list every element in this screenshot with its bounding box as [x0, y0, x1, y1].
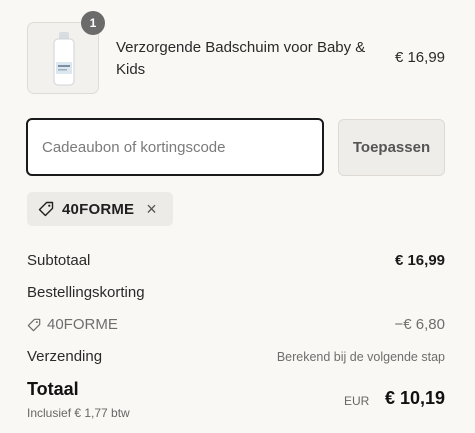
currency-code: EUR	[344, 394, 370, 408]
subtotal-label: Subtotaal	[27, 252, 91, 269]
tag-icon	[38, 201, 54, 217]
quantity-badge: 1	[81, 11, 105, 35]
total-label: Totaal	[27, 379, 79, 399]
product-price: € 16,99	[394, 49, 445, 66]
cart-line-item: 1 Verzorgende Badschuim voor Baby & Kids…	[27, 11, 447, 96]
discount-amount: −€ 6,80	[394, 316, 445, 333]
tag-icon	[27, 318, 41, 331]
applied-discount-tag: 40FORME ×	[27, 192, 173, 226]
close-icon[interactable]: ×	[146, 200, 157, 218]
bottle-icon	[53, 32, 75, 86]
vat-note: Inclusief € 1,77 btw	[27, 406, 130, 420]
apply-discount-button[interactable]: Toepassen	[338, 119, 445, 176]
order-discount-label: Bestellingskorting	[27, 284, 145, 301]
discount-code-name: 40FORME	[47, 316, 118, 333]
shipping-label: Verzending	[27, 348, 103, 365]
discount-code-input[interactable]	[26, 118, 324, 176]
applied-code-label: 40FORME	[62, 200, 135, 218]
total-amount: € 10,19	[384, 388, 445, 408]
checkout-summary: 1 Verzorgende Badschuim voor Baby & Kids…	[0, 0, 475, 433]
shipping-value: Berekend bij de volgende stap	[276, 350, 445, 364]
subtotal-value: € 16,99	[394, 252, 445, 269]
product-name: Verzorgende Badschuim voor Baby & Kids	[116, 39, 366, 78]
